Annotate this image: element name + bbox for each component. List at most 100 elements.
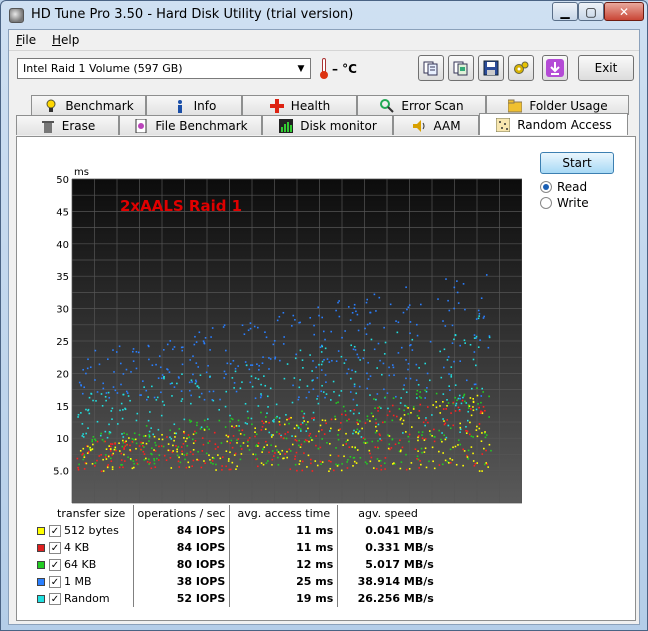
results-row: ✓ Random 52 IOPS 19 ms 26.256 MB/s (33, 590, 438, 607)
start-button[interactable]: Start (540, 152, 614, 174)
chart-point (378, 296, 381, 299)
tab-folder-usage[interactable]: Folder Usage (486, 95, 629, 115)
chart-point (178, 428, 181, 430)
series-checkbox[interactable]: ✓ (49, 576, 61, 588)
chart-point (337, 401, 339, 404)
chart-point (271, 464, 273, 466)
chart-point (342, 405, 345, 408)
chart-point (298, 386, 301, 389)
chart-point (210, 336, 212, 338)
series-checkbox[interactable]: ✓ (49, 593, 61, 605)
chart-point (344, 414, 347, 416)
tab-label: Random Access (517, 117, 612, 132)
chart-point (459, 422, 462, 425)
download-button[interactable] (542, 55, 568, 81)
chart-point (109, 445, 112, 448)
tab-info[interactable]: Info (146, 95, 242, 115)
chart-point (146, 461, 149, 463)
chart-point (85, 432, 87, 435)
tab-benchmark[interactable]: Benchmark (31, 95, 146, 115)
chart-point (178, 466, 181, 468)
chart-point (172, 444, 174, 447)
chart-point (283, 377, 286, 380)
read-radio-dot[interactable] (540, 181, 552, 193)
tab-error-scan[interactable]: Error Scan (357, 95, 486, 115)
chart-point (130, 371, 132, 373)
chart-point (447, 402, 450, 404)
chart-point (398, 408, 401, 410)
chart-point (108, 432, 111, 435)
write-radio[interactable]: Write (540, 196, 589, 210)
access-time-cell: 25 ms (229, 573, 338, 590)
chart-point (226, 440, 229, 443)
chart-point (351, 446, 354, 448)
copy-info-button[interactable] (418, 55, 444, 81)
save-button[interactable] (478, 55, 504, 81)
chart-point (260, 429, 263, 431)
chart-point (291, 401, 294, 404)
app-icon[interactable] (9, 8, 24, 23)
chart-point (321, 384, 323, 387)
chart-point (274, 452, 276, 454)
chart-point (378, 433, 381, 435)
access-time-cell: 11 ms (229, 539, 338, 556)
chart-point (136, 412, 139, 415)
chart-point (364, 327, 366, 330)
chart-point (324, 338, 326, 341)
tab-disk-monitor[interactable]: Disk monitor (262, 115, 393, 135)
chart-point (378, 460, 380, 462)
chart-point (398, 442, 400, 444)
chart-point (303, 412, 306, 415)
chart-point (358, 412, 360, 415)
chart-point (235, 390, 238, 393)
chart-point (232, 435, 235, 437)
chart-point (212, 463, 214, 465)
write-radio-dot[interactable] (540, 197, 552, 209)
maximize-button[interactable]: ▢ (578, 2, 604, 21)
options-button[interactable] (508, 55, 534, 81)
chart-point (472, 409, 475, 412)
title-bar[interactable]: HD Tune Pro 3.50 - Hard Disk Utility (tr… (1, 1, 647, 29)
file-benchmark-icon (133, 118, 149, 134)
chart-point (387, 434, 389, 436)
chart-point (192, 448, 195, 451)
chart-point (231, 446, 234, 449)
chart-point (335, 402, 338, 404)
chart-point (405, 286, 407, 289)
chart-point (445, 436, 448, 439)
chart-point (257, 465, 259, 468)
chart-point (465, 430, 467, 432)
chart-point (207, 364, 209, 367)
tab-random-access[interactable]: Random Access (479, 113, 628, 135)
chart-point (335, 447, 337, 449)
copy-screenshot-button[interactable] (448, 55, 474, 81)
chart-point (311, 470, 314, 472)
drive-select[interactable]: Intel Raid 1 Volume (597 GB) ▼ (17, 58, 311, 79)
chart-point (334, 415, 336, 418)
series-checkbox[interactable]: ✓ (49, 559, 61, 571)
chart-point (473, 334, 476, 336)
chart-point (150, 427, 152, 429)
tab-aam[interactable]: AAM (393, 115, 479, 135)
tab-file-benchmark[interactable]: File Benchmark (119, 115, 262, 135)
chart-point (357, 432, 360, 435)
menu-help[interactable]: Help (52, 33, 79, 47)
chart-point (470, 387, 473, 390)
series-checkbox[interactable]: ✓ (49, 542, 61, 554)
menu-file[interactable]: File (16, 33, 36, 47)
chart-point (192, 433, 195, 436)
minimize-button[interactable]: ▁ (552, 2, 578, 21)
chart-point (409, 321, 412, 323)
exit-button[interactable]: Exit (578, 55, 634, 81)
tab-health[interactable]: Health (242, 95, 357, 115)
chart-point (233, 387, 235, 389)
close-button[interactable]: ✕ (604, 2, 644, 21)
chart-point (427, 421, 429, 424)
chart-point (415, 379, 418, 381)
chart-point (267, 406, 269, 408)
chart-point (459, 431, 461, 433)
tab-erase[interactable]: Erase (16, 115, 119, 135)
series-checkbox[interactable]: ✓ (49, 525, 61, 537)
read-radio[interactable]: Read (540, 180, 587, 194)
chart-point (100, 454, 102, 456)
